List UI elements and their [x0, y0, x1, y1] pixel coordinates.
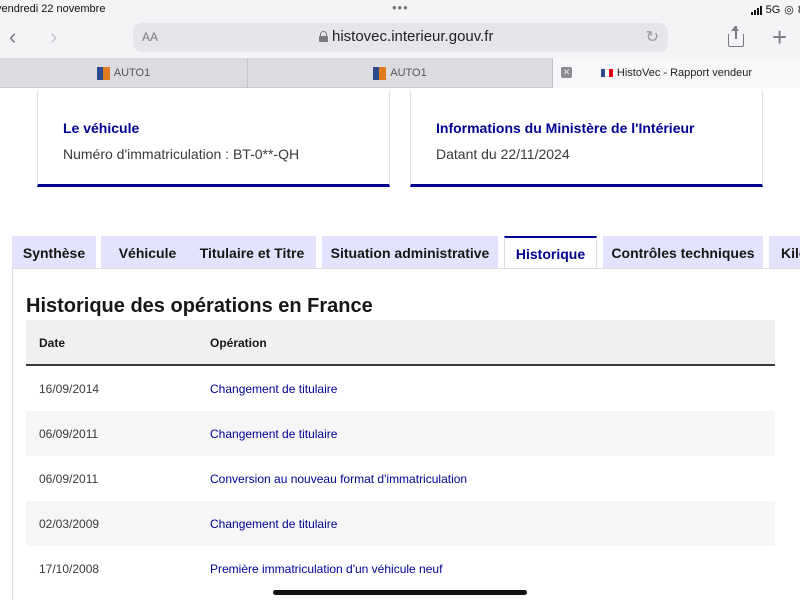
forward-button[interactable]: › [50, 25, 57, 49]
browser-tab-auto1-second[interactable]: AUTO1 [248, 58, 553, 88]
browser-tab-label: AUTO1 [390, 67, 427, 79]
page-content: Le véhicule Numéro d'immatriculation : B… [0, 89, 800, 600]
tab-vehicule[interactable]: Véhicule [101, 236, 194, 269]
row-date: 17/10/2008 [39, 562, 100, 576]
vehicle-card: Le véhicule Numéro d'immatriculation : B… [37, 91, 390, 187]
tab-historique[interactable]: Historique [504, 236, 597, 269]
browser-toolbar: ‹ › AA histovec.interieur.gouv.fr ↻ + [0, 20, 800, 58]
text-size-button[interactable]: AA [142, 30, 158, 44]
table-header: Date Opération [26, 320, 775, 366]
browser-tab-label: HistoVec - Rapport vendeur [616, 67, 753, 79]
reload-icon[interactable]: ↻ [646, 27, 659, 47]
row-date: 06/09/2011 [39, 427, 99, 441]
french-flag-icon [600, 69, 613, 77]
status-date: vendredi 22 novembre [0, 3, 106, 15]
multitasking-dots-icon[interactable]: ••• [392, 0, 409, 15]
column-header-date: Date [39, 336, 66, 350]
column-header-operation: Opération [210, 336, 267, 350]
row-date: 02/03/2009 [39, 517, 100, 531]
tab-kilometrage[interactable]: Kilométrage [769, 236, 800, 269]
browser-tab-label: AUTO1 [113, 67, 151, 79]
tab-controles-techniques[interactable]: Contrôles techniques [603, 236, 763, 269]
history-table: Date Opération 16/09/2014 Changement de … [26, 320, 775, 591]
vehicle-card-plate: Numéro d'immatriculation : BT-0**-QH [63, 146, 300, 162]
browser-tab-auto1-first[interactable]: AUTO1 [0, 58, 248, 88]
home-indicator[interactable] [273, 590, 527, 595]
lock-icon [319, 31, 328, 42]
browser-tab-histovec[interactable]: HistoVec - Rapport vendeur [553, 58, 800, 88]
tab-situation-administrative[interactable]: Situation administrative [322, 236, 498, 269]
network-label: 5G [765, 3, 781, 16]
row-operation: Changement de titulaire [210, 382, 338, 396]
new-tab-button[interactable]: + [772, 22, 787, 53]
status-bar: vendredi 22 novembre ••• 5G ◎ 8 [0, 0, 800, 20]
signal-icon [750, 5, 762, 15]
tab-synthese[interactable]: Synthèse [12, 236, 96, 269]
browser-tab-strip: AUTO1 AUTO1 HistoVec - Rapport vendeur ✕ [0, 58, 800, 88]
table-row: 06/09/2011 Changement de titulaire [26, 411, 775, 456]
location-icon: ◎ [784, 4, 794, 16]
row-date: 06/09/2011 [39, 472, 99, 486]
ministry-card: Informations du Ministère de l'Intérieur… [410, 91, 763, 187]
vehicle-card-title: Le véhicule [63, 120, 140, 136]
row-date: 16/09/2014 [39, 382, 100, 396]
close-tab-icon[interactable]: ✕ [561, 67, 572, 78]
ministry-card-title: Informations du Ministère de l'Intérieur [436, 120, 695, 136]
auto1-logo-icon [373, 66, 387, 80]
address-bar[interactable]: AA histovec.interieur.gouv.fr ↻ [133, 23, 668, 52]
url-text[interactable]: histovec.interieur.gouv.fr [332, 28, 493, 45]
tab-titulaire[interactable]: Titulaire et Titre [188, 236, 316, 269]
history-title: Historique des opérations en France [26, 295, 373, 317]
ministry-card-date: Datant du 22/11/2024 [436, 146, 570, 162]
row-operation: Conversion au nouveau format d'immatricu… [210, 472, 468, 486]
share-icon[interactable] [727, 26, 745, 48]
table-row: 16/09/2014 Changement de titulaire [26, 366, 775, 411]
table-row: 17/10/2008 Première immatriculation d'un… [26, 546, 775, 591]
row-operation: Changement de titulaire [210, 517, 338, 531]
row-operation: Changement de titulaire [210, 427, 338, 441]
auto1-logo-icon [96, 66, 110, 80]
back-button[interactable]: ‹ [9, 25, 16, 49]
status-indicators: 5G ◎ 8 [750, 3, 800, 16]
table-row: 02/03/2009 Changement de titulaire [26, 501, 775, 546]
row-operation: Première immatriculation d'un véhicule n… [210, 562, 443, 576]
table-row: 06/09/2011 Conversion au nouveau format … [26, 456, 775, 501]
